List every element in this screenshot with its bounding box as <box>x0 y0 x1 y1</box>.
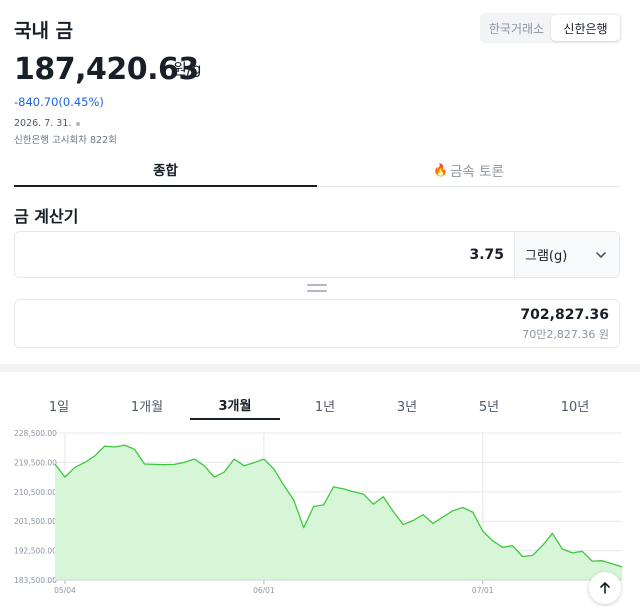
x-tick-label: 05/04 <box>54 586 76 595</box>
arrow-up-icon <box>600 582 610 594</box>
calculator-result: 702,827.36 70만2,827.36 원 <box>14 299 620 348</box>
main-tabs: 종합 🔥 금속 토론 <box>14 153 620 187</box>
flame-icon: 🔥 <box>433 162 448 177</box>
period-1m[interactable]: 1개월 <box>102 390 192 420</box>
calculator-title: 금 계산기 <box>14 207 79 226</box>
price-change: -840.70(0.45%) <box>14 95 104 109</box>
chevron-down-icon <box>596 251 606 258</box>
unit-select-label: 그램(g) <box>525 249 568 264</box>
chart-card: 1일 1개월 3개월 1년 3년 5년 10년 183,500.00 192,50… <box>0 372 640 607</box>
y-tick-label: 219,500.00 <box>14 458 57 467</box>
calculator-input-row: 3.75 그램(g) <box>14 231 620 278</box>
drag-handle-icon[interactable] <box>307 284 327 292</box>
x-tick-label: 07/01 <box>472 586 494 595</box>
amount-input[interactable]: 3.75 <box>15 232 514 277</box>
x-tick-label: 06/01 <box>253 586 275 595</box>
period-10y[interactable]: 10년 <box>530 390 620 420</box>
price-chart[interactable]: 183,500.00 192,500.00 201,500.00 210,500.00… <box>0 424 640 607</box>
price-unit: 원/g <box>173 60 202 78</box>
period-5y[interactable]: 5년 <box>444 390 534 420</box>
quote-date-row: 2026. 7. 31. <box>14 118 81 129</box>
y-tick-label: 192,500.00 <box>14 547 57 556</box>
page-title: 국내 금 <box>14 20 74 42</box>
current-price: 187,420.63 <box>14 52 199 87</box>
y-tick-label: 201,500.00 <box>14 517 57 526</box>
source-toggle: 한국거래소 신한은행 <box>480 13 622 43</box>
y-tick-label: 228,500.00 <box>14 429 57 438</box>
tab-metal-discussion-label: 금속 토론 <box>449 163 504 180</box>
source-krx-button[interactable]: 한국거래소 <box>482 15 551 41</box>
y-tick-label: 183,500.00 <box>14 576 57 585</box>
notice-round: 신한은행 고시회차 822회 <box>14 135 117 146</box>
live-dot-icon <box>76 121 81 126</box>
result-korean: 70만2,827.36 원 <box>522 328 609 341</box>
period-3m[interactable]: 3개월 <box>190 390 280 420</box>
y-tick-label: 210,500.00 <box>14 488 57 497</box>
scroll-top-button[interactable] <box>589 572 621 604</box>
tab-overview-label: 종합 <box>153 163 178 179</box>
period-1y[interactable]: 1년 <box>280 390 370 420</box>
period-3y[interactable]: 3년 <box>362 390 452 420</box>
unit-select[interactable]: 그램(g) <box>514 232 619 277</box>
period-1d[interactable]: 1일 <box>14 390 104 420</box>
tab-overview[interactable]: 종합 <box>14 153 317 187</box>
area-fill <box>55 445 622 580</box>
period-tabs: 1일 1개월 3개월 1년 3년 5년 10년 <box>14 390 626 420</box>
summary-card: 국내 금 한국거래소 신한은행 187,420.63 원/g -840.70(0… <box>0 0 640 364</box>
quote-date: 2026. 7. 31. <box>14 118 72 129</box>
tab-metal-discussion[interactable]: 🔥 금속 토론 <box>317 153 620 186</box>
source-shinhan-button[interactable]: 신한은행 <box>551 15 620 41</box>
result-value: 702,827.36 <box>520 307 609 323</box>
